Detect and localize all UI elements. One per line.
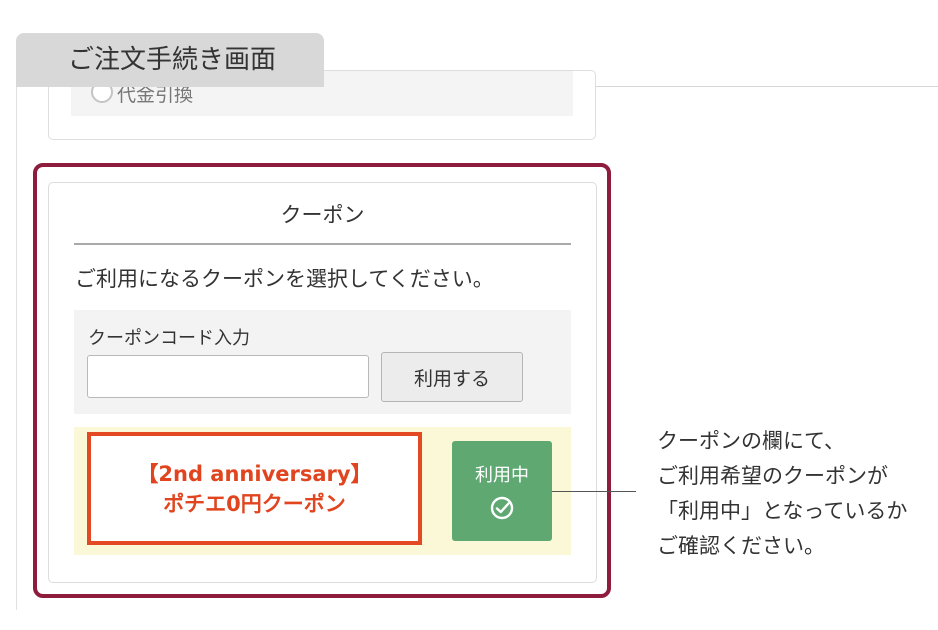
in-use-label: 利用中 [475,465,529,486]
coupon-name-line-1: 【2nd anniversary】 [137,461,372,486]
coupon-title-divider [74,243,571,245]
page-left-border [16,87,17,610]
callout-note: クーポンの欄にて、 ご利用希望のクーポンが 「利用中」となっているか ご確認くだ… [657,424,907,564]
callout-line-1: クーポンの欄にて、 [657,429,845,453]
check-circle-icon [490,496,514,520]
page-title-tab: ご注文手続き画面 [16,33,324,87]
apply-coupon-button[interactable]: 利用する [381,352,523,402]
coupon-code-input[interactable] [87,355,369,398]
callout-connector-line [552,491,636,492]
coupon-section-title: クーポン [280,203,365,227]
coupon-instruction-text: ご利用になるクーポンを選択してください。 [75,267,494,291]
callout-line-2: ご利用希望のクーポンが [657,464,888,488]
coupon-name-line-2: ポチエ0円クーポン [163,491,346,516]
callout-line-3: 「利用中」となっているか [657,499,908,523]
applied-coupon-name-box: 【2nd anniversary】 ポチエ0円クーポン [87,432,422,545]
callout-line-4: ご確認ください。 [657,534,825,558]
coupon-code-label: クーポンコード入力 [88,328,250,349]
coupon-in-use-button[interactable]: 利用中 [452,441,552,541]
